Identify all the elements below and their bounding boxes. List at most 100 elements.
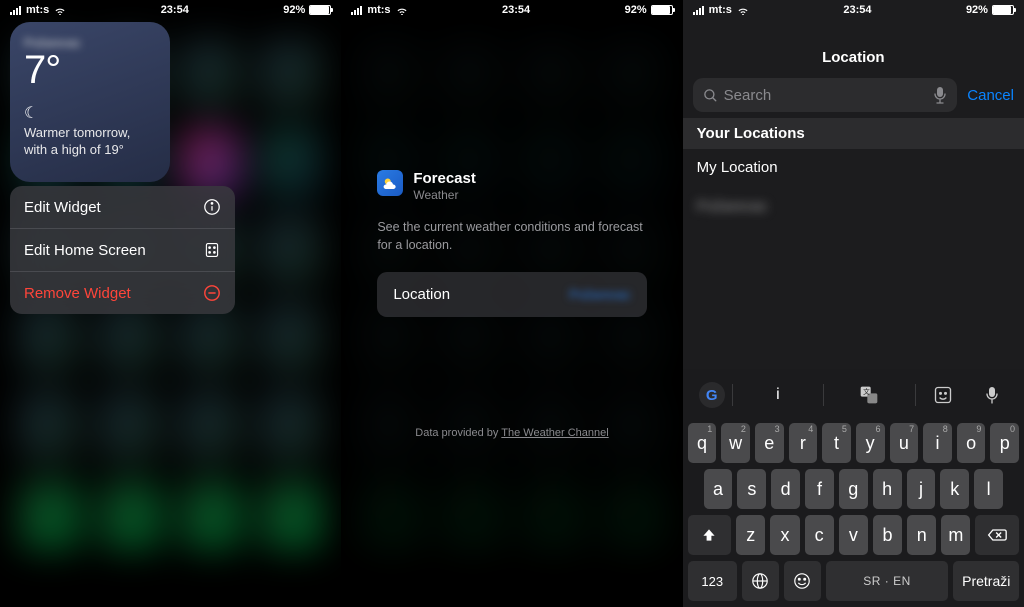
google-search-icon[interactable]: G <box>692 382 732 408</box>
keyboard: G i 文 q1w2e3r4t5y6u7i8o9p0 asdfghjkl zxc… <box>683 369 1024 607</box>
key-e[interactable]: e3 <box>755 423 784 463</box>
panel-title: Forecast <box>413 170 476 187</box>
menu-edit-widget[interactable]: Edit Widget <box>10 186 235 229</box>
key-b[interactable]: b <box>873 515 902 555</box>
widget-summary: Warmer tomorrow, with a high of 19° <box>24 125 156 159</box>
battery-icon <box>992 5 1014 15</box>
space-key[interactable]: SR · EN <box>826 561 949 601</box>
weather-app-icon <box>377 170 403 196</box>
signal-icon <box>351 6 362 15</box>
status-bar: mt:s 23:54 92% <box>0 0 341 18</box>
keyboard-row-1: q1w2e3r4t5y6u7i8o9p0 <box>688 423 1019 463</box>
screen-location-picker: mt:s 23:54 92% Location Cancel Your Loca… <box>683 0 1024 607</box>
keyboard-row-3: zxcvbnm <box>688 515 1019 555</box>
keyboard-row-2: asdfghjkl <box>688 469 1019 509</box>
key-q[interactable]: q1 <box>688 423 717 463</box>
key-g[interactable]: g <box>839 469 868 509</box>
location-item-my-location[interactable]: My Location <box>683 148 1024 187</box>
shift-key[interactable] <box>688 515 732 555</box>
key-h[interactable]: h <box>873 469 902 509</box>
modal-header: Location <box>683 40 1024 74</box>
key-l[interactable]: l <box>974 469 1003 509</box>
location-list: My Location Požarevac <box>683 148 1024 226</box>
battery-icon <box>651 5 673 15</box>
menu-label: Edit Widget <box>24 199 101 216</box>
carrier-label: mt:s <box>709 4 732 16</box>
screen-widget-context: mt:s 23:54 92% Požarevac 7° ☾ Warmer tom… <box>0 0 341 607</box>
search-icon <box>703 88 718 103</box>
menu-edit-home-screen[interactable]: Edit Home Screen <box>10 229 235 272</box>
status-bar: mt:s 23:54 92% <box>341 0 682 18</box>
key-d[interactable]: d <box>771 469 800 509</box>
location-item[interactable]: Požarevac <box>683 187 1024 226</box>
key-k[interactable]: k <box>940 469 969 509</box>
weather-channel-link[interactable]: The Weather Channel <box>501 427 608 439</box>
carrier-label: mt:s <box>367 4 390 16</box>
widget-settings-panel: Forecast Weather See the current weather… <box>377 170 646 317</box>
translate-icon[interactable]: 文 <box>824 385 914 405</box>
key-w[interactable]: w2 <box>721 423 750 463</box>
key-j[interactable]: j <box>907 469 936 509</box>
location-setting-row[interactable]: Location Požarevac <box>377 272 646 317</box>
cancel-button[interactable]: Cancel <box>967 87 1014 104</box>
clock: 23:54 <box>502 4 530 16</box>
wifi-icon <box>396 6 408 15</box>
backspace-key[interactable] <box>975 515 1019 555</box>
status-bar: mt:s 23:54 92% <box>683 0 1024 18</box>
widget-context-menu: Edit Widget Edit Home Screen Remove Widg… <box>10 186 235 314</box>
battery-pct: 92% <box>283 4 305 16</box>
key-a[interactable]: a <box>704 469 733 509</box>
modal-title: Location <box>822 49 885 66</box>
widget-location: Požarevac <box>24 36 156 50</box>
suggestion-i[interactable]: i <box>733 386 823 404</box>
apps-grid-icon <box>203 241 221 259</box>
battery-icon <box>309 5 331 15</box>
key-r[interactable]: r4 <box>789 423 818 463</box>
svg-text:文: 文 <box>863 387 870 396</box>
key-x[interactable]: x <box>770 515 799 555</box>
menu-remove-widget[interactable]: Remove Widget <box>10 272 235 314</box>
numbers-key[interactable]: 123 <box>688 561 737 601</box>
signal-icon <box>693 6 704 15</box>
search-field-container[interactable] <box>693 78 958 112</box>
clock: 23:54 <box>843 4 871 16</box>
your-locations-header: Your Locations <box>683 118 1024 149</box>
key-z[interactable]: z <box>736 515 765 555</box>
weather-widget[interactable]: Požarevac 7° ☾ Warmer tomorrow, with a h… <box>10 22 170 182</box>
battery-pct: 92% <box>966 4 988 16</box>
key-s[interactable]: s <box>737 469 766 509</box>
key-n[interactable]: n <box>907 515 936 555</box>
keyboard-suggestion-bar: G i 文 <box>686 373 1021 417</box>
key-y[interactable]: y6 <box>856 423 885 463</box>
keyboard-row-bottom: 123 SR · EN Pretraži <box>688 561 1019 601</box>
key-c[interactable]: c <box>805 515 834 555</box>
key-p[interactable]: p0 <box>990 423 1019 463</box>
location-label: Location <box>393 286 450 303</box>
moon-icon: ☾ <box>24 103 156 123</box>
info-icon <box>203 198 221 216</box>
key-t[interactable]: t5 <box>822 423 851 463</box>
menu-label: Remove Widget <box>24 285 131 302</box>
widget-temperature: 7° <box>24 48 156 93</box>
globe-key[interactable] <box>742 561 779 601</box>
search-key[interactable]: Pretraži <box>953 561 1019 601</box>
key-f[interactable]: f <box>805 469 834 509</box>
key-m[interactable]: m <box>941 515 970 555</box>
key-o[interactable]: o9 <box>957 423 986 463</box>
voice-input-icon[interactable] <box>970 385 1015 405</box>
wifi-icon <box>737 6 749 15</box>
clock: 23:54 <box>161 4 189 16</box>
emoji-key[interactable] <box>784 561 821 601</box>
key-u[interactable]: u7 <box>890 423 919 463</box>
dictation-icon[interactable] <box>933 86 947 104</box>
search-input[interactable] <box>724 87 934 104</box>
menu-label: Edit Home Screen <box>24 242 146 259</box>
panel-subtitle: Weather <box>413 188 476 202</box>
key-v[interactable]: v <box>839 515 868 555</box>
key-i[interactable]: i8 <box>923 423 952 463</box>
remove-icon <box>203 284 221 302</box>
screen-edit-widget: mt:s 23:54 92% Forecast Weather See the … <box>341 0 682 607</box>
signal-icon <box>10 6 21 15</box>
sticker-icon[interactable] <box>916 385 970 405</box>
wifi-icon <box>54 6 66 15</box>
